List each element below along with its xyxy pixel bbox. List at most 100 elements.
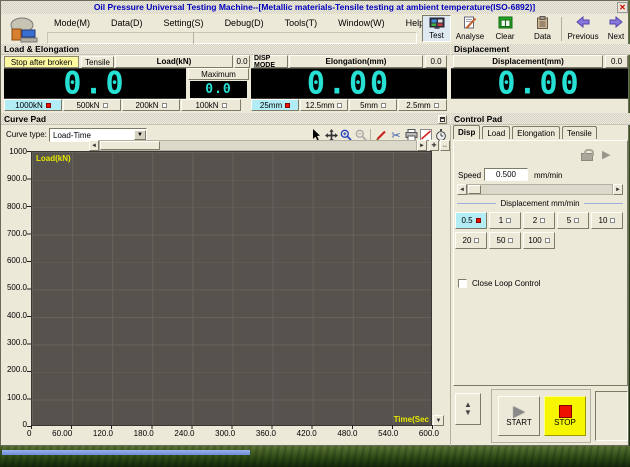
chart-fit-button[interactable]: ↔ bbox=[440, 140, 450, 151]
tab-disp[interactable]: Disp bbox=[453, 125, 480, 139]
range-500kn-button[interactable]: 500kN bbox=[63, 99, 121, 111]
toolbar-divider bbox=[193, 32, 194, 44]
stop-button[interactable]: STOP bbox=[544, 396, 586, 436]
menu-debug[interactable]: Debug(D) bbox=[222, 17, 267, 29]
load-channel-header: Load(kN) bbox=[115, 55, 233, 68]
toolbar-test-label: Test bbox=[429, 31, 444, 40]
toolbar-data-label: Data bbox=[534, 32, 551, 41]
y-tick: 200.0 bbox=[7, 365, 27, 374]
maximum-value-digits: 0.0 bbox=[205, 82, 231, 97]
range-12-5mm-button[interactable]: 12.5mm bbox=[300, 99, 348, 111]
chart-scrollbar-track[interactable] bbox=[99, 140, 417, 151]
speed-0-5-label: 0.5 bbox=[461, 216, 472, 225]
disp-mode-button[interactable]: DISP MODE bbox=[253, 55, 288, 68]
speed-1-button[interactable]: 1 bbox=[489, 212, 521, 229]
toolbar-analyse-button[interactable]: Analyse bbox=[453, 15, 487, 42]
chart-expand-button[interactable]: ✚ bbox=[429, 140, 439, 151]
elongation-peek-text: 0.0 bbox=[430, 57, 441, 66]
start-button[interactable]: ▶ START bbox=[498, 396, 540, 436]
slider-right-icon: ► bbox=[615, 187, 621, 193]
range-200kn-button[interactable]: 200kN bbox=[122, 99, 180, 111]
chart-scroll-left-button[interactable]: ◄ bbox=[89, 140, 99, 151]
toolbar-next-button[interactable]: Next bbox=[604, 15, 628, 42]
speed-0-5-button[interactable]: 0.5 bbox=[455, 212, 487, 229]
tab-elongation[interactable]: Elongation bbox=[512, 126, 560, 139]
app-logo bbox=[5, 16, 45, 44]
x-tick: 360.0 bbox=[256, 429, 276, 438]
tab-load[interactable]: Load bbox=[482, 126, 510, 139]
close-button[interactable]: ✕ bbox=[617, 2, 628, 13]
y-tick: 500.0 bbox=[7, 283, 27, 292]
elongation-peek-value: 0.0 bbox=[425, 55, 447, 68]
range-100kn-button[interactable]: 100kN bbox=[181, 99, 241, 111]
range-100kn-led-icon bbox=[222, 103, 227, 108]
x-tick: 180.0 bbox=[134, 429, 154, 438]
chevron-down-icon[interactable]: ▼ bbox=[134, 130, 146, 140]
speed-20-label: 20 bbox=[463, 236, 472, 245]
x-tick: 240.0 bbox=[174, 429, 194, 438]
title-bar[interactable]: Oil Pressure Universal Testing Machine--… bbox=[1, 1, 628, 14]
test-icon bbox=[429, 17, 445, 30]
toolbar-clear-button[interactable]: Clear bbox=[491, 15, 519, 42]
range-25mm-button[interactable]: 25mm bbox=[251, 99, 299, 111]
speed-2-button[interactable]: 2 bbox=[523, 212, 555, 229]
load-peek-text: 0.0 bbox=[236, 57, 247, 66]
speed-slider-right-button[interactable]: ► bbox=[613, 184, 623, 195]
load-value-digits: 0.0 bbox=[63, 65, 126, 102]
x-tick: 120.0 bbox=[93, 429, 113, 438]
speed-20-button[interactable]: 20 bbox=[455, 232, 487, 249]
speed-20-led-icon bbox=[474, 238, 479, 243]
curve-pad-maximize-button[interactable] bbox=[438, 115, 447, 124]
menu-tools[interactable]: Tools(T) bbox=[282, 17, 321, 29]
slider-left-icon: ◄ bbox=[459, 187, 465, 193]
speed-slider-left-button[interactable]: ◄ bbox=[457, 184, 467, 195]
close-loop-checkbox[interactable] bbox=[458, 279, 467, 288]
range-1000kn-button[interactable]: 1000kN bbox=[4, 99, 62, 111]
displacement-value-digits: 0.00 bbox=[497, 65, 581, 102]
y-axis-labels: 1000 900.0 800.0 700.0 600.0 500.0 400.0… bbox=[1, 147, 27, 429]
menu-window[interactable]: Window(W) bbox=[335, 17, 388, 29]
speed-2-label: 2 bbox=[533, 216, 537, 225]
y-tick: 1000 bbox=[9, 147, 27, 156]
crosshead-jog-button[interactable]: ▲ ▼ bbox=[455, 393, 481, 425]
chart-scrollbar-thumb[interactable] bbox=[100, 141, 160, 150]
speed-5-button[interactable]: 5 bbox=[557, 212, 589, 229]
chart-plot-area[interactable]: Load(kN) Time(Sec bbox=[31, 151, 432, 426]
chart-scroll-right-button[interactable]: ► bbox=[417, 140, 427, 151]
menu-mode[interactable]: Mode(M) bbox=[51, 17, 93, 29]
tab-tensile[interactable]: Tensile bbox=[562, 126, 597, 139]
load-channel-label: Load(kN) bbox=[157, 57, 192, 66]
speed-1-led-icon bbox=[506, 218, 511, 223]
speed-100-button[interactable]: 100 bbox=[523, 232, 555, 249]
speed-10-button[interactable]: 10 bbox=[591, 212, 623, 229]
toolbar-previous-button[interactable]: Previous bbox=[565, 15, 601, 42]
menu-setting[interactable]: Setting(S) bbox=[161, 17, 207, 29]
speed-slider-track[interactable] bbox=[467, 184, 613, 195]
range-12-5mm-label: 12.5mm bbox=[306, 101, 335, 110]
speed-value: 0.500 bbox=[496, 170, 516, 179]
menu-data[interactable]: Data(D) bbox=[108, 17, 146, 29]
next-arrow-icon bbox=[608, 16, 624, 28]
speed-50-button[interactable]: 50 bbox=[489, 232, 521, 249]
scroll-down-icon: ▼ bbox=[436, 418, 442, 424]
maximum-value-display: 0.0 bbox=[190, 81, 247, 98]
range-2-5mm-button[interactable]: 2.5mm bbox=[398, 99, 447, 111]
maximum-label-button[interactable]: Maximum bbox=[188, 68, 249, 80]
range-1000kn-led-icon bbox=[46, 103, 51, 108]
toolbar-data-button[interactable]: Data bbox=[529, 15, 556, 42]
y-tick: 100.0 bbox=[7, 393, 27, 402]
range-5mm-led-icon bbox=[381, 103, 386, 108]
x-tick: 60.00 bbox=[52, 429, 72, 438]
speed-input[interactable]: 0.500 bbox=[484, 168, 528, 181]
machine-logo-icon bbox=[8, 17, 42, 43]
displacement-group-text: Displacement mm/min bbox=[500, 199, 579, 208]
chart-scroll-down-button[interactable]: ▼ bbox=[433, 415, 444, 426]
x-tick: 300.0 bbox=[215, 429, 235, 438]
x-axis-title: Time(Sec bbox=[394, 415, 429, 424]
toolbar-test-button[interactable]: Test bbox=[422, 15, 451, 42]
speed-1-label: 1 bbox=[499, 216, 503, 225]
menu-bar: Mode(M) Data(D) Setting(S) Debug(D) Tool… bbox=[51, 17, 440, 29]
speed-slider-thumb[interactable] bbox=[468, 185, 481, 194]
range-5mm-button[interactable]: 5mm bbox=[349, 99, 397, 111]
range-2-5mm-label: 2.5mm bbox=[406, 101, 430, 110]
